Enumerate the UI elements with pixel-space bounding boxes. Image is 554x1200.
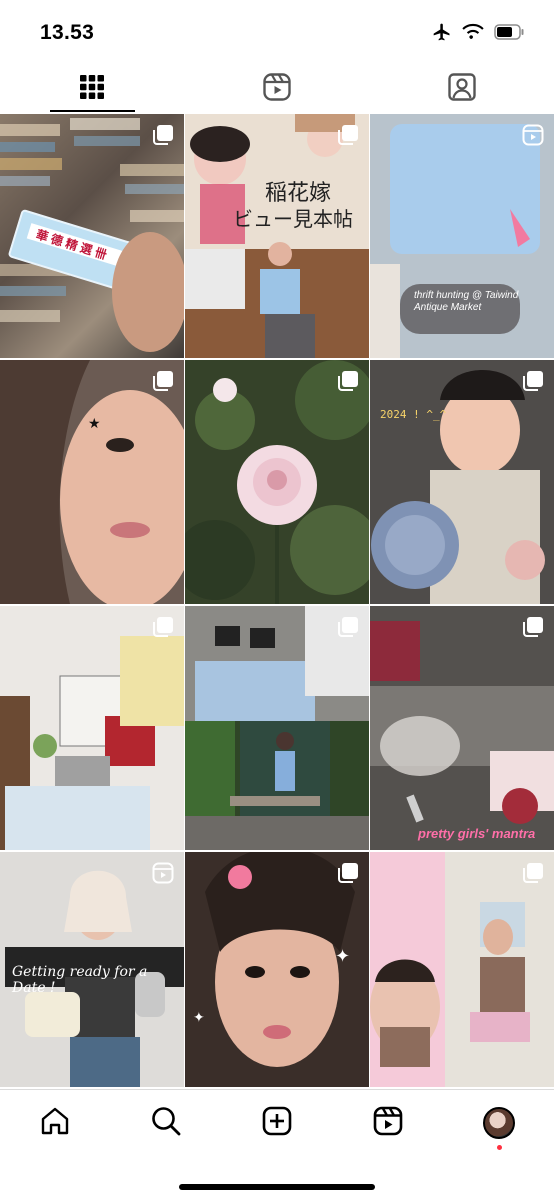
post-image: ✦ ✦ — [185, 852, 369, 1087]
svg-text:✦: ✦ — [335, 946, 350, 966]
post-tile[interactable] — [370, 852, 554, 1087]
post-image: 稲花嫁 ビュー見本帖 — [185, 114, 369, 358]
post-image — [185, 360, 369, 604]
wifi-icon — [462, 23, 484, 41]
post-caption: pretty girls' mantra — [418, 826, 536, 841]
home-icon — [39, 1105, 71, 1142]
post-tile[interactable]: ✦ ✦ — [185, 852, 369, 1087]
svg-text:ビュー見本帖: ビュー見本帖 — [233, 208, 353, 231]
tab-reels[interactable] — [185, 64, 370, 114]
svg-text:★: ★ — [88, 415, 101, 431]
nav-create[interactable] — [222, 1090, 333, 1156]
reel-icon — [522, 124, 544, 146]
carousel-icon — [152, 370, 174, 392]
carousel-icon — [522, 862, 544, 884]
post-caption: Getting ready for a Date ! — [12, 964, 148, 996]
post-image — [370, 114, 554, 358]
tab-grid[interactable] — [0, 64, 185, 114]
post-caption: thrift hunting @ Taiwind Antique Market — [414, 290, 519, 313]
post-tile[interactable]: 稲花嫁 ビュー見本帖 — [185, 114, 369, 358]
post-tile[interactable] — [185, 606, 369, 850]
post-tile[interactable]: Getting ready for a Date ! — [0, 852, 184, 1087]
post-image — [185, 606, 369, 850]
tagged-icon — [447, 72, 477, 107]
carousel-icon — [522, 616, 544, 638]
carousel-icon — [337, 124, 359, 146]
reels-nav-icon — [372, 1105, 404, 1142]
post-tile[interactable]: ★ — [0, 360, 184, 604]
posts-grid: 華 德 精 選 卌 稲花嫁 ビュー見本帖 thrift hunting @ Ta… — [0, 114, 554, 1089]
nav-reels[interactable] — [332, 1090, 443, 1156]
post-image: 華 德 精 選 卌 — [0, 118, 184, 352]
tab-tagged[interactable] — [369, 64, 554, 114]
post-image — [370, 606, 554, 850]
profile-tabs — [0, 64, 554, 114]
nav-home[interactable] — [0, 1090, 111, 1156]
status-bar: 13.53 — [0, 0, 554, 64]
post-image — [370, 360, 554, 604]
post-image: ★ — [0, 360, 184, 604]
carousel-icon — [522, 370, 544, 392]
post-tile[interactable]: 2024 ! ^_^ — [370, 360, 554, 604]
nav-profile[interactable] — [443, 1090, 554, 1156]
reels-icon — [262, 72, 292, 107]
create-icon — [261, 1105, 293, 1142]
search-icon — [150, 1105, 182, 1142]
carousel-icon — [337, 616, 359, 638]
svg-text:✦: ✦ — [193, 1009, 205, 1025]
airplane-mode-icon — [432, 22, 452, 42]
home-indicator — [179, 1184, 375, 1190]
carousel-icon — [152, 124, 174, 146]
post-tile[interactable]: pretty girls' mantra — [370, 606, 554, 850]
bottom-nav — [0, 1089, 554, 1200]
post-tile[interactable] — [0, 606, 184, 850]
status-time: 13.53 — [40, 21, 95, 44]
battery-icon — [494, 24, 524, 40]
post-tile[interactable]: 華 德 精 選 卌 — [0, 114, 184, 358]
notification-dot — [496, 1145, 502, 1150]
post-caption: 2024 ! ^_^ — [380, 408, 447, 421]
post-image — [370, 852, 554, 1087]
carousel-icon — [337, 862, 359, 884]
post-tile[interactable]: thrift hunting @ Taiwind Antique Market — [370, 114, 554, 358]
profile-avatar — [482, 1107, 515, 1139]
carousel-icon — [152, 616, 174, 638]
nav-search[interactable] — [111, 1090, 222, 1156]
carousel-icon — [337, 370, 359, 392]
svg-text:稲花嫁: 稲花嫁 — [265, 180, 331, 205]
reel-icon — [152, 862, 174, 884]
post-image — [0, 606, 184, 850]
post-tile[interactable] — [185, 360, 369, 604]
grid-icon — [79, 74, 105, 105]
